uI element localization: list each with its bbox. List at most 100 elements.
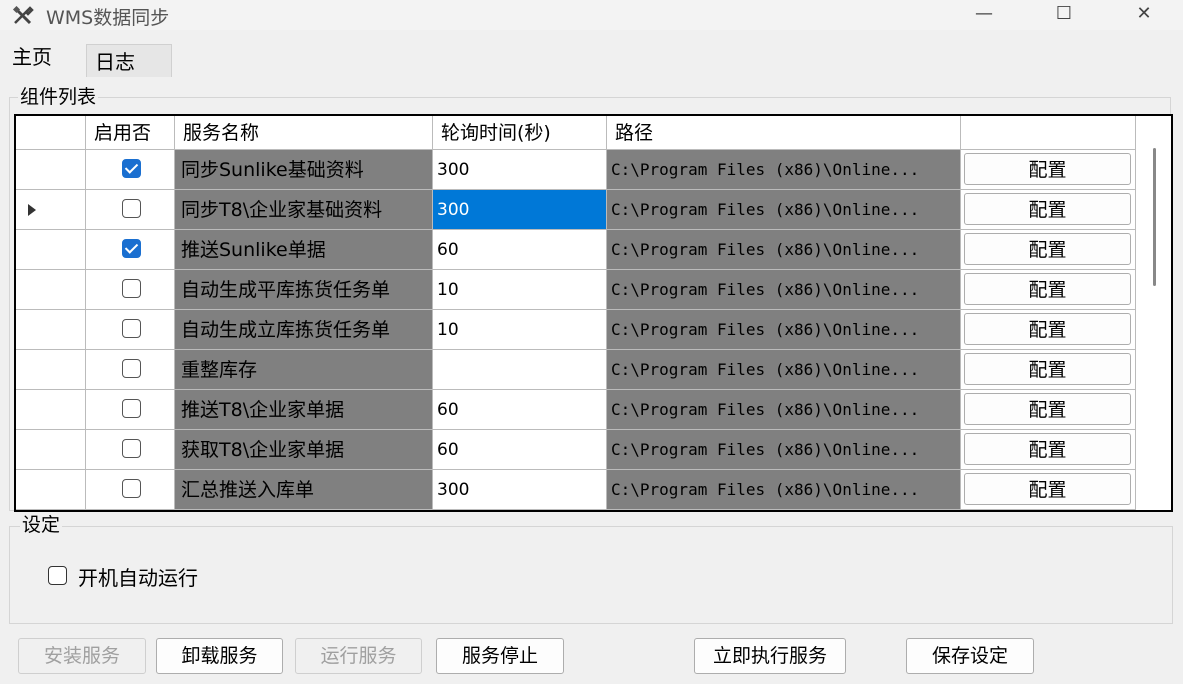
enabled-cell[interactable] — [86, 230, 175, 270]
path-cell[interactable]: C:\Program Files (x86)\Online... — [607, 230, 961, 270]
auto-start-label[interactable]: 开机自动运行 — [78, 562, 198, 591]
table-row[interactable]: 获取T8\企业家单据 60 C:\Program Files (x86)\Onlin… — [16, 430, 1136, 470]
enabled-cell[interactable] — [86, 310, 175, 350]
config-button[interactable]: 配置 — [964, 273, 1131, 305]
table-row[interactable]: 重整库存 C:\Program Files (x86)\Online... 配置 — [16, 350, 1136, 390]
enabled-checkbox[interactable] — [122, 279, 141, 298]
column-header-name[interactable]: 服务名称 — [175, 116, 433, 150]
service-name-cell[interactable]: 推送Sunlike单据 — [175, 230, 433, 270]
enabled-checkbox[interactable] — [122, 359, 141, 378]
path-cell[interactable]: C:\Program Files (x86)\Online... — [607, 190, 961, 230]
poll-interval-cell[interactable]: 300 — [433, 150, 607, 190]
uninstall-service-button[interactable]: 卸载服务 — [156, 638, 283, 674]
path-cell[interactable]: C:\Program Files (x86)\Online... — [607, 310, 961, 350]
stop-service-button[interactable]: 服务停止 — [436, 638, 564, 674]
tab-log[interactable]: 日志 — [86, 44, 172, 77]
config-button[interactable]: 配置 — [964, 233, 1131, 265]
enabled-cell[interactable] — [86, 270, 175, 310]
poll-interval-cell[interactable]: 10 — [433, 310, 607, 350]
row-header[interactable] — [16, 270, 86, 310]
config-button[interactable]: 配置 — [964, 393, 1131, 425]
execute-now-button[interactable]: 立即执行服务 — [694, 638, 846, 674]
config-button[interactable]: 配置 — [964, 313, 1131, 345]
poll-interval-cell[interactable]: 300 — [433, 190, 607, 230]
enabled-checkbox[interactable] — [122, 239, 141, 258]
service-name-cell[interactable]: 推送T8\企业家单据 — [175, 390, 433, 430]
minimize-icon: — — [975, 3, 993, 24]
table-row[interactable]: 自动生成立库拣货任务单 10 C:\Program Files (x86)\Onli… — [16, 310, 1136, 350]
service-name-cell[interactable]: 重整库存 — [175, 350, 433, 390]
service-name-cell[interactable]: 汇总推送入库单 — [175, 470, 433, 510]
poll-interval-cell[interactable] — [433, 350, 607, 390]
row-header[interactable] — [16, 230, 86, 270]
enabled-cell[interactable] — [86, 190, 175, 230]
enabled-cell[interactable] — [86, 390, 175, 430]
config-cell: 配置 — [961, 270, 1136, 310]
row-header[interactable] — [16, 390, 86, 430]
maximize-button[interactable]: ☐ — [1041, 0, 1087, 30]
path-cell[interactable]: C:\Program Files (x86)\Online... — [607, 390, 961, 430]
poll-interval-cell[interactable]: 10 — [433, 270, 607, 310]
enabled-checkbox[interactable] — [122, 479, 141, 498]
row-header[interactable] — [16, 350, 86, 390]
config-button[interactable]: 配置 — [964, 433, 1131, 465]
table-row[interactable]: 推送Sunlike单据 60 C:\Program Files (x86)\Onli… — [16, 230, 1136, 270]
config-cell: 配置 — [961, 390, 1136, 430]
table-row[interactable]: 汇总推送入库单 300 C:\Program Files (x86)\Online.… — [16, 470, 1136, 510]
enabled-checkbox[interactable] — [122, 199, 141, 218]
config-cell: 配置 — [961, 430, 1136, 470]
config-cell: 配置 — [961, 350, 1136, 390]
close-button[interactable]: ✕ — [1121, 0, 1167, 30]
table-row[interactable]: 同步T8\企业家基础资料 300 C:\Program Files (x86)\On… — [16, 190, 1136, 230]
poll-interval-cell[interactable]: 60 — [433, 230, 607, 270]
save-settings-button[interactable]: 保存设定 — [906, 638, 1034, 674]
row-header[interactable] — [16, 150, 86, 190]
run-service-button[interactable]: 运行服务 — [295, 638, 422, 674]
enabled-checkbox[interactable] — [122, 159, 141, 178]
path-cell[interactable]: C:\Program Files (x86)\Online... — [607, 470, 961, 510]
minimize-button[interactable]: — — [961, 0, 1007, 30]
service-name-cell[interactable]: 自动生成平库拣货任务单 — [175, 270, 433, 310]
enabled-checkbox[interactable] — [122, 399, 141, 418]
config-button[interactable]: 配置 — [964, 353, 1131, 385]
poll-interval-cell[interactable]: 60 — [433, 390, 607, 430]
table-row[interactable]: 推送T8\企业家单据 60 C:\Program Files (x86)\Onlin… — [16, 390, 1136, 430]
column-header-config — [961, 116, 1136, 150]
path-cell[interactable]: C:\Program Files (x86)\Online... — [607, 430, 961, 470]
poll-interval-cell[interactable]: 60 — [433, 430, 607, 470]
service-name-cell[interactable]: 获取T8\企业家单据 — [175, 430, 433, 470]
scrollbar-thumb[interactable] — [1153, 148, 1156, 286]
enabled-checkbox[interactable] — [122, 319, 141, 338]
service-grid: 启用否 服务名称 轮询时间(秒) 路径 同步Sunlike基础资料 300 C:\P… — [14, 114, 1173, 512]
tab-home[interactable]: 主页 — [0, 40, 98, 74]
path-cell[interactable]: C:\Program Files (x86)\Online... — [607, 350, 961, 390]
table-row[interactable]: 同步Sunlike基础资料 300 C:\Program Files (x86)\O… — [16, 150, 1136, 190]
path-cell[interactable]: C:\Program Files (x86)\Online... — [607, 270, 961, 310]
enabled-checkbox[interactable] — [122, 439, 141, 458]
enabled-cell[interactable] — [86, 430, 175, 470]
vertical-scrollbar[interactable] — [1138, 116, 1171, 510]
enabled-cell[interactable] — [86, 350, 175, 390]
column-header-poll[interactable]: 轮询时间(秒) — [433, 116, 607, 150]
config-button[interactable]: 配置 — [964, 193, 1131, 225]
tools-icon — [12, 6, 34, 25]
row-header[interactable] — [16, 190, 86, 230]
auto-start-checkbox[interactable] — [48, 566, 67, 585]
service-name-cell[interactable]: 同步Sunlike基础资料 — [175, 150, 433, 190]
service-name-cell[interactable]: 自动生成立库拣货任务单 — [175, 310, 433, 350]
column-header-enabled[interactable]: 启用否 — [86, 116, 175, 150]
path-cell[interactable]: C:\Program Files (x86)\Online... — [607, 150, 961, 190]
poll-interval-cell[interactable]: 300 — [433, 470, 607, 510]
table-row[interactable]: 自动生成平库拣货任务单 10 C:\Program Files (x86)\Onli… — [16, 270, 1136, 310]
row-header[interactable] — [16, 470, 86, 510]
service-name-cell[interactable]: 同步T8\企业家基础资料 — [175, 190, 433, 230]
install-service-button[interactable]: 安装服务 — [18, 638, 146, 674]
row-header[interactable] — [16, 310, 86, 350]
config-button[interactable]: 配置 — [964, 153, 1131, 185]
row-header[interactable] — [16, 430, 86, 470]
config-button[interactable]: 配置 — [964, 473, 1131, 505]
enabled-cell[interactable] — [86, 150, 175, 190]
enabled-cell[interactable] — [86, 470, 175, 510]
tab-strip: 主页 日志 — [0, 40, 1183, 77]
column-header-path[interactable]: 路径 — [607, 116, 961, 150]
